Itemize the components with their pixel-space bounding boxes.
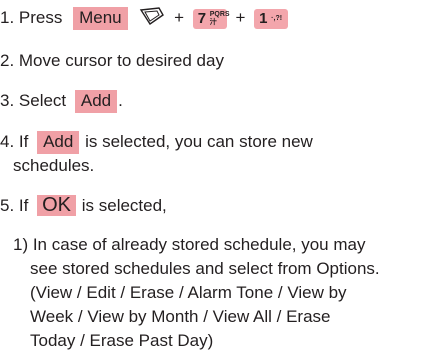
sub-item-1-text-2: see stored schedules and select from Opt… — [30, 259, 380, 278]
step-5-suffix: is selected, — [81, 196, 167, 215]
key-1-icon: 1 ·,?! — [254, 8, 289, 29]
key-7-icon: 7 PQRS 汁 — [192, 8, 230, 29]
step-1: 1. Press Menu + 7 PQRS 汁 + 1 ·,?! — [0, 6, 289, 31]
sub-item-1-line-2: see stored schedules and select from Opt… — [30, 258, 380, 279]
step-4: 4. If Add is selected, you can store new — [0, 131, 313, 154]
sub-item-1-text-3: (View / Edit / Erase / Alarm Tone / View… — [30, 283, 347, 302]
sub-item-1-text-5: Today / Erase Past Day) — [30, 331, 214, 350]
sub-item-1-text-4: Week / View by Month / View All / Erase — [30, 307, 331, 326]
key-7-letters: PQRS 汁 — [209, 10, 230, 26]
step-5-prefix: 5. If — [0, 196, 29, 215]
step-3: 3. Select Add. — [0, 90, 123, 113]
step-2: 2. Move cursor to desired day — [0, 50, 224, 71]
key-1-symbols: ·,?! — [271, 14, 283, 22]
step-2-text: 2. Move cursor to desired day — [0, 51, 224, 70]
sub-item-1-line-4: Week / View by Month / View All / Erase — [30, 306, 330, 327]
nav-key-icon — [139, 6, 165, 31]
plus-sign: + — [174, 7, 185, 27]
step-4-cont-text: schedules. — [13, 156, 95, 175]
step-4-suffix: is selected, you can store new — [85, 132, 313, 151]
step-3-suffix: . — [118, 91, 123, 110]
sub-item-1-line-5: Today / Erase Past Day) — [30, 330, 213, 351]
menu-key-label: Menu — [73, 6, 128, 30]
step-1-text: 1. Press — [0, 7, 63, 27]
sub-item-1-text-1: 1) In case of already stored schedule, y… — [13, 235, 366, 254]
add-key-label-2: Add — [37, 131, 80, 154]
add-key-label: Add — [74, 90, 118, 113]
step-4-prefix: 4. If — [0, 132, 29, 151]
step-3-prefix: 3. Select — [0, 91, 67, 110]
ok-key-label: OK — [37, 195, 76, 216]
step-5: 5. If OK is selected, — [0, 195, 167, 216]
plus-sign-2: + — [235, 7, 246, 27]
key-7-number: 7 — [197, 9, 207, 27]
sub-item-1-line-1: 1) In case of already stored schedule, y… — [13, 234, 365, 255]
step-4-continuation: schedules. — [13, 155, 94, 176]
key-1-number: 1 — [259, 9, 268, 27]
sub-item-1-line-3: (View / Edit / Erase / Alarm Tone / View… — [30, 282, 347, 303]
